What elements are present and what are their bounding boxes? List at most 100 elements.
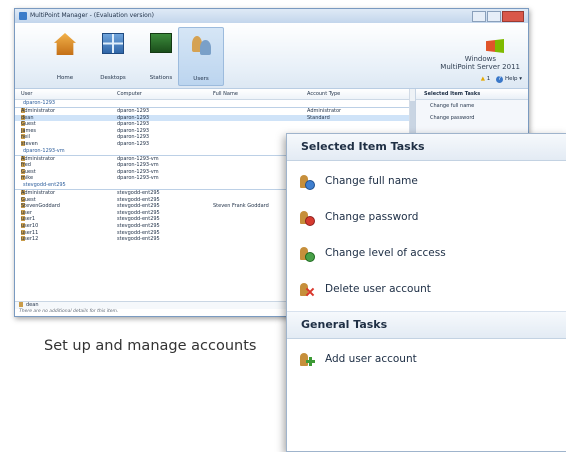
user-name: Administrator [21, 155, 56, 162]
user-name: StevenGoddard [21, 203, 60, 210]
task-add-user-account-label: Add user account [325, 353, 417, 365]
cell-computer: stevgodd-ent295 [117, 209, 160, 216]
cell-account-type: Administrator [307, 108, 342, 114]
task-change-password-label: Change password [325, 211, 419, 223]
user-name: dean [21, 114, 34, 121]
cell-computer: dparon-1293-vm [117, 168, 159, 175]
windows-multipoint-logo: Windows MultiPoint Server 2011 [410, 39, 520, 75]
stations-icon [150, 33, 172, 53]
cell-computer: dparon-1293 [117, 108, 150, 114]
cell-computer: dparon-1293 [117, 134, 150, 141]
user-change-name-icon [299, 174, 315, 190]
window-title: MultiPoint Manager - (Evaluation version… [30, 12, 154, 19]
column-header-account-type[interactable]: Account Type [307, 89, 340, 99]
mini-selected-header: Selected Item Tasks [416, 89, 528, 100]
user-access-level-icon [299, 246, 315, 262]
user-name: user1 [21, 216, 36, 223]
cell-computer: dparon-1293 [117, 140, 150, 147]
tab-users-label: Users [193, 76, 209, 82]
title-bar: MultiPoint Manager - (Evaluation version… [15, 9, 528, 23]
users-icon [190, 34, 214, 56]
user-name: fred [21, 162, 31, 169]
cell-computer: stevgodd-ent295 [117, 203, 160, 210]
desktops-icon [102, 33, 124, 54]
alert-count: 1 [486, 76, 491, 82]
task-add-user-account[interactable]: Add user account [287, 341, 566, 377]
cell-computer: dparon-1293-vm [117, 155, 159, 162]
mini-task-change-password[interactable]: Change password [416, 112, 528, 124]
selected-item-tasks-header: Selected Item Tasks [287, 134, 566, 161]
user-name: Administrator [21, 108, 56, 114]
cell-full-name: Steven Frank Goddard [213, 203, 269, 210]
cell-computer: stevgodd-ent295 [117, 229, 160, 236]
task-delete-user-account-label: Delete user account [325, 283, 431, 295]
alerts[interactable]: ▲ 1 [481, 76, 490, 83]
user-name: user11 [21, 229, 39, 236]
cell-computer: dparon-1293-vm [117, 162, 159, 169]
tab-stations[interactable]: Stations [139, 27, 183, 84]
maximize-button[interactable] [487, 11, 501, 22]
tab-stations-label: Stations [149, 75, 173, 81]
group-header[interactable]: dparon-1293 [15, 100, 409, 108]
user-change-password-icon [299, 210, 315, 226]
brand-line2: MultiPoint Server 2011 [440, 63, 520, 71]
column-header-user[interactable]: User [21, 89, 32, 99]
mini-task-change-full-name[interactable]: Change full name [416, 100, 528, 112]
general-tasks-header: General Tasks [287, 311, 566, 339]
tab-home-label: Home [56, 75, 74, 81]
user-name: Guest [21, 168, 36, 175]
cell-computer: stevgodd-ent295 [117, 216, 160, 223]
task-change-full-name-label: Change full name [325, 175, 418, 187]
task-change-full-name[interactable]: Change full name [287, 163, 566, 199]
user-name: user10 [21, 222, 39, 229]
tab-desktops[interactable]: Desktops [91, 27, 135, 84]
tab-users[interactable]: Users [178, 27, 224, 86]
app-icon [19, 12, 27, 20]
cell-computer: dparon-1293 [117, 114, 150, 121]
help-label: Help [504, 76, 518, 82]
tab-desktops-label: Desktops [100, 75, 126, 81]
user-name: Guest [21, 121, 36, 128]
user-icon [19, 302, 23, 307]
task-change-level-of-access-label: Change level of access [325, 247, 446, 259]
grid-header: User Computer Full Name Account Type [15, 89, 409, 100]
task-change-password[interactable]: Change password [287, 199, 566, 235]
task-panel: Selected Item Tasks Change full name Cha… [286, 133, 566, 452]
help-icon: ? [496, 76, 504, 83]
warning-icon: ▲ [480, 76, 485, 82]
table-row[interactable]: dean dparon-1293 Standard [15, 114, 409, 122]
column-header-full-name[interactable]: Full Name [213, 89, 238, 99]
cell-computer: stevgodd-ent295 [117, 222, 160, 229]
task-change-level-of-access[interactable]: Change level of access [287, 235, 566, 271]
user-name: user12 [21, 236, 39, 243]
cell-computer: stevgodd-ent295 [117, 189, 160, 196]
cell-computer: stevgodd-ent295 [117, 196, 160, 203]
table-row[interactable]: Administrator dparon-1293 Administrator [15, 108, 409, 115]
user-name: user [21, 209, 32, 216]
user-name: james [21, 127, 37, 134]
ribbon-status: ▲ 1 ? Help ▾ [481, 76, 522, 83]
tab-home[interactable]: Home [43, 27, 87, 84]
caption: Set up and manage accounts [44, 338, 257, 354]
user-name: mike [21, 175, 34, 182]
brand-line1: Windows [464, 55, 496, 63]
help-menu[interactable]: ? Help ▾ [496, 76, 522, 83]
table-row[interactable]: Guest dparon-1293 [15, 121, 409, 128]
user-delete-icon [299, 282, 315, 297]
ribbon: Home Desktops Stations Users Windows Mul… [15, 23, 528, 89]
cell-account-type: Standard [307, 114, 330, 121]
task-delete-user-account[interactable]: Delete user account [287, 271, 566, 307]
column-header-computer[interactable]: Computer [117, 89, 142, 99]
cell-computer: dparon-1293 [117, 127, 150, 134]
user-name: Guest [21, 196, 36, 203]
user-name: neil [21, 134, 31, 141]
home-icon [54, 33, 76, 55]
user-add-icon [299, 352, 315, 367]
cell-computer: dparon-1293 [117, 121, 150, 128]
user-name: steven [21, 140, 38, 147]
window-controls [471, 11, 524, 22]
user-name: Administrator [21, 189, 56, 196]
windows-flag-icon [486, 39, 504, 53]
close-button[interactable] [502, 11, 524, 22]
minimize-button[interactable] [472, 11, 486, 22]
